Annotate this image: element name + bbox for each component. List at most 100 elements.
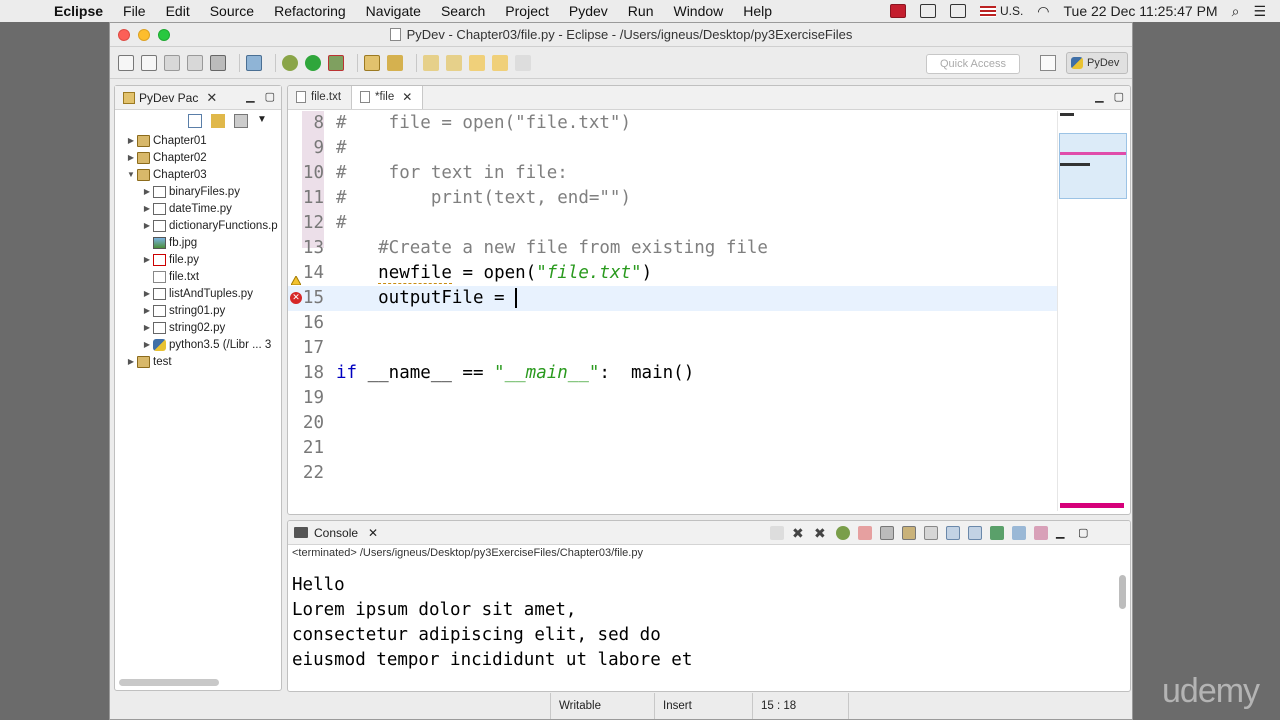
new-console-icon[interactable] <box>1034 526 1048 540</box>
input-source-label[interactable]: U.S. <box>1000 4 1023 18</box>
edit-icon[interactable] <box>387 54 403 71</box>
code-line[interactable]: 21 <box>288 436 1058 461</box>
code-line[interactable]: 17 <box>288 336 1058 361</box>
collapsed-arrow-icon[interactable]: ▶ <box>125 153 137 162</box>
debug-icon[interactable] <box>282 54 298 71</box>
clock[interactable]: Tue 22 Dec 11:25:47 PM <box>1064 3 1218 19</box>
pin-console-icon[interactable] <box>968 526 982 540</box>
airplay-icon[interactable] <box>949 4 966 18</box>
code-line[interactable]: 19 <box>288 386 1058 411</box>
scroll-lock-icon[interactable] <box>880 526 894 540</box>
minimap-viewport[interactable] <box>1059 133 1127 199</box>
menu-app-name[interactable]: Eclipse <box>54 3 103 19</box>
next-annotation-icon[interactable] <box>423 54 439 71</box>
tree-item[interactable]: ▶ file.py <box>115 251 281 268</box>
tree-item[interactable]: ▶ dictionaryFunctions.p <box>115 217 281 234</box>
filter-icon[interactable] <box>234 114 248 128</box>
minimize-window-button[interactable] <box>138 29 150 41</box>
code-line[interactable]: 9 # <box>288 136 1058 161</box>
minimize-icon[interactable]: ▁ <box>1056 526 1070 540</box>
maximize-icon[interactable]: ▢ <box>265 90 275 103</box>
back-icon[interactable] <box>492 54 508 71</box>
open-folder-icon[interactable] <box>364 54 380 71</box>
save-all-icon[interactable] <box>187 54 203 71</box>
remove-launch-icon[interactable]: ✖ <box>792 526 806 540</box>
recording-icon[interactable] <box>889 4 906 18</box>
minimap[interactable] <box>1057 111 1129 511</box>
menu-source[interactable]: Source <box>210 3 254 19</box>
overview-ruler-error[interactable] <box>1060 503 1124 508</box>
tree-item[interactable]: ▶ string02.py <box>115 319 281 336</box>
menu-project[interactable]: Project <box>505 3 549 19</box>
menu-file[interactable]: File <box>123 3 146 19</box>
console-output[interactable]: Hello Lorem ipsum dolor sit amet, consec… <box>292 573 692 673</box>
console-tab-label[interactable]: Console <box>314 526 358 540</box>
code-line[interactable]: 15 ✕ outputFile = <box>288 286 1058 311</box>
minimize-icon[interactable]: ▁ <box>246 90 254 103</box>
remove-all-icon[interactable]: ✖ <box>814 526 828 540</box>
collapse-all-icon[interactable] <box>188 114 202 128</box>
code-editor[interactable]: 8 # file = open("file.txt") 9 #10 # for text… <box>288 111 1058 501</box>
display-console-icon[interactable] <box>1012 526 1026 540</box>
expanded-arrow-icon[interactable]: ▼ <box>125 170 137 179</box>
run-icon[interactable] <box>305 54 321 71</box>
menu-edit[interactable]: Edit <box>166 3 190 19</box>
tree-item[interactable]: ▶ string01.py <box>115 302 281 319</box>
menu-pydev[interactable]: Pydev <box>569 3 608 19</box>
code-line[interactable]: 13 #Create a new file from existing file <box>288 236 1058 261</box>
open-console-icon[interactable] <box>246 54 262 71</box>
tree-item[interactable]: ▶ Chapter02 <box>115 149 281 166</box>
clear-console-icon[interactable] <box>858 526 872 540</box>
tree-item[interactable]: ▶ Chapter01 <box>115 132 281 149</box>
terminate-icon[interactable] <box>770 526 784 540</box>
code-line[interactable]: 18 if __name__ == "__main__": main() <box>288 361 1058 386</box>
tree-item[interactable]: ▶ listAndTuples.py <box>115 285 281 302</box>
collapsed-arrow-icon[interactable]: ▶ <box>141 306 153 315</box>
tree-item[interactable]: ▼ Chapter03 <box>115 166 281 183</box>
minimize-icon[interactable]: ▁ <box>1095 90 1103 103</box>
code-line[interactable]: 8 # file = open("file.txt") <box>288 111 1058 136</box>
menu-run[interactable]: Run <box>628 3 654 19</box>
view-menu-icon[interactable]: ▼ <box>257 114 271 128</box>
open-console-icon[interactable] <box>990 526 1004 540</box>
error-icon[interactable]: ✕ <box>290 292 302 304</box>
code-line[interactable]: 20 <box>288 411 1058 436</box>
menu-help[interactable]: Help <box>743 3 772 19</box>
close-icon[interactable]: ✕ <box>368 526 378 540</box>
spotlight-icon[interactable]: ⌕ <box>1232 3 1240 20</box>
wifi-icon[interactable]: ◠ <box>1037 3 1049 20</box>
notification-center-icon[interactable]: ☰ <box>1253 3 1266 20</box>
code-line[interactable]: 22 <box>288 461 1058 486</box>
collapsed-arrow-icon[interactable]: ▶ <box>125 357 137 366</box>
collapsed-arrow-icon[interactable]: ▶ <box>141 340 153 349</box>
horizontal-scrollbar[interactable] <box>119 679 219 686</box>
show-stderr-icon[interactable] <box>946 526 960 540</box>
screen-icon[interactable] <box>919 4 936 18</box>
tree-item[interactable]: ▶ python3.5 (/Libr ... 3 <box>115 336 281 353</box>
collapsed-arrow-icon[interactable]: ▶ <box>141 323 153 332</box>
tree-item[interactable]: ▶ dateTime.py <box>115 200 281 217</box>
menu-refactoring[interactable]: Refactoring <box>274 3 346 19</box>
debug-console-icon[interactable] <box>836 526 850 540</box>
back-icon[interactable] <box>469 54 485 71</box>
new-icon[interactable] <box>118 54 134 71</box>
close-icon[interactable]: ✕ <box>206 90 217 106</box>
open-perspective-icon[interactable] <box>1040 55 1056 71</box>
save-icon[interactable] <box>164 54 180 71</box>
collapsed-arrow-icon[interactable]: ▶ <box>125 136 137 145</box>
tree-item[interactable]: file.txt <box>115 268 281 285</box>
warning-icon[interactable] <box>290 268 302 286</box>
code-line[interactable]: 12 # <box>288 211 1058 236</box>
collapsed-arrow-icon[interactable]: ▶ <box>141 255 153 264</box>
tree-item[interactable]: ▶ binaryFiles.py <box>115 183 281 200</box>
console-scrollbar[interactable] <box>1119 575 1126 609</box>
quick-access-input[interactable]: Quick Access <box>926 54 1020 74</box>
collapsed-arrow-icon[interactable]: ▶ <box>141 187 153 196</box>
maximize-icon[interactable]: ▢ <box>1078 526 1092 540</box>
menu-search[interactable]: Search <box>441 3 485 19</box>
package-explorer-tab[interactable]: PyDev Pac ✕ ▁ ▢ <box>115 86 281 110</box>
show-stdout-icon[interactable] <box>924 526 938 540</box>
collapsed-arrow-icon[interactable]: ▶ <box>141 289 153 298</box>
zoom-window-button[interactable] <box>158 29 170 41</box>
print-icon[interactable] <box>210 54 226 71</box>
